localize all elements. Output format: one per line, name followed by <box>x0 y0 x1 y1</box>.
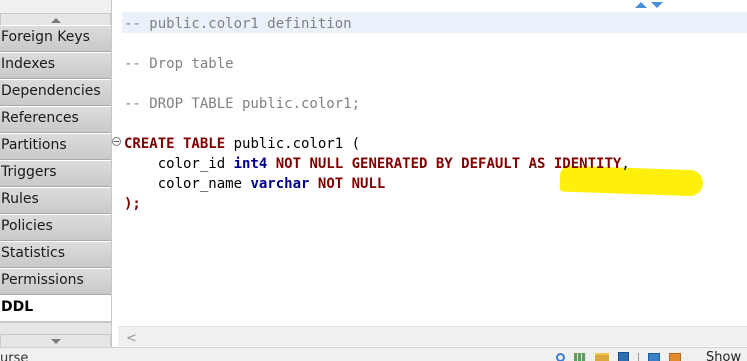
code-token: -- public.color1 definition <box>124 16 352 32</box>
panel-icon[interactable] <box>648 352 660 361</box>
code-token: -- DROP TABLE public.color1; <box>124 96 361 112</box>
code-token: NOT NULL GENERATED BY DEFAULT AS IDENTIT… <box>275 156 622 172</box>
tab-statistics[interactable]: Statistics <box>0 241 111 268</box>
code-line: CREATE TABLE public.color1 ( <box>124 134 630 154</box>
tab-panel: Foreign Keys Indexes Dependencies Reference… <box>0 0 112 349</box>
code-token: , <box>621 156 630 172</box>
scroll-down-icon <box>50 338 61 344</box>
code-token: CREATE TABLE <box>124 136 226 152</box>
save-icon[interactable] <box>618 352 629 361</box>
tab-list: Foreign Keys Indexes Dependencies Reference… <box>0 25 111 322</box>
status-bar: urse Show <box>0 347 747 361</box>
show-button[interactable]: Show <box>706 350 741 361</box>
status-toolbar <box>556 352 681 361</box>
tab-references[interactable]: References <box>0 106 111 133</box>
code-line: ); <box>124 194 630 214</box>
code-line: -- DROP TABLE public.color1; <box>124 94 630 114</box>
editor-nav-arrows <box>635 2 663 8</box>
code-token: public.color1 ( <box>225 136 361 152</box>
tab-ddl[interactable]: DDL <box>0 295 111 322</box>
code-token: color_id <box>124 156 234 172</box>
tab-rules[interactable]: Rules <box>0 187 111 214</box>
tab-foreign-keys[interactable]: Foreign Keys <box>0 25 111 52</box>
tab-dependencies[interactable]: Dependencies <box>0 79 111 106</box>
tab-policies[interactable]: Policies <box>0 214 111 241</box>
folder-icon[interactable] <box>595 353 609 361</box>
grid-icon[interactable] <box>574 352 586 361</box>
code-line: -- public.color1 definition <box>124 14 630 34</box>
code-token: -- Drop table <box>124 56 234 72</box>
code-line: color_name varchar NOT NULL <box>124 174 630 194</box>
code-token: NOT NULL <box>317 176 386 192</box>
sql-code: -- public.color1 definition -- Drop table… <box>124 14 630 214</box>
nav-down-icon[interactable] <box>651 2 663 8</box>
fold-icon[interactable] <box>112 137 121 146</box>
tab-partitions[interactable]: Partitions <box>0 133 111 160</box>
tab-indexes[interactable]: Indexes <box>0 52 111 79</box>
code-token: int4 <box>233 156 268 172</box>
image-icon[interactable] <box>669 352 681 361</box>
horizontal-scrollbar[interactable]: < <box>118 326 747 346</box>
status-partial-text: urse <box>0 351 29 361</box>
toolbar-separator <box>638 352 639 361</box>
scroll-left-icon[interactable]: < <box>126 331 137 346</box>
nav-up-icon[interactable] <box>635 2 647 8</box>
ddl-editor[interactable]: -- public.color1 definition -- Drop table… <box>112 0 747 326</box>
search-icon[interactable] <box>556 353 565 361</box>
tab-scroll-down-button[interactable] <box>0 334 111 348</box>
tab-permissions[interactable]: Permissions <box>0 268 111 295</box>
code-token: color_name <box>124 176 251 192</box>
tab-panel-footer <box>0 322 111 334</box>
code-line: color_id int4 NOT NULL GENERATED BY DEFA… <box>124 154 630 174</box>
scroll-up-icon <box>50 17 61 23</box>
code-token: varchar <box>250 176 310 192</box>
tab-triggers[interactable]: Triggers <box>0 160 111 187</box>
code-token: ); <box>124 196 141 212</box>
code-line: -- Drop table <box>124 54 630 74</box>
